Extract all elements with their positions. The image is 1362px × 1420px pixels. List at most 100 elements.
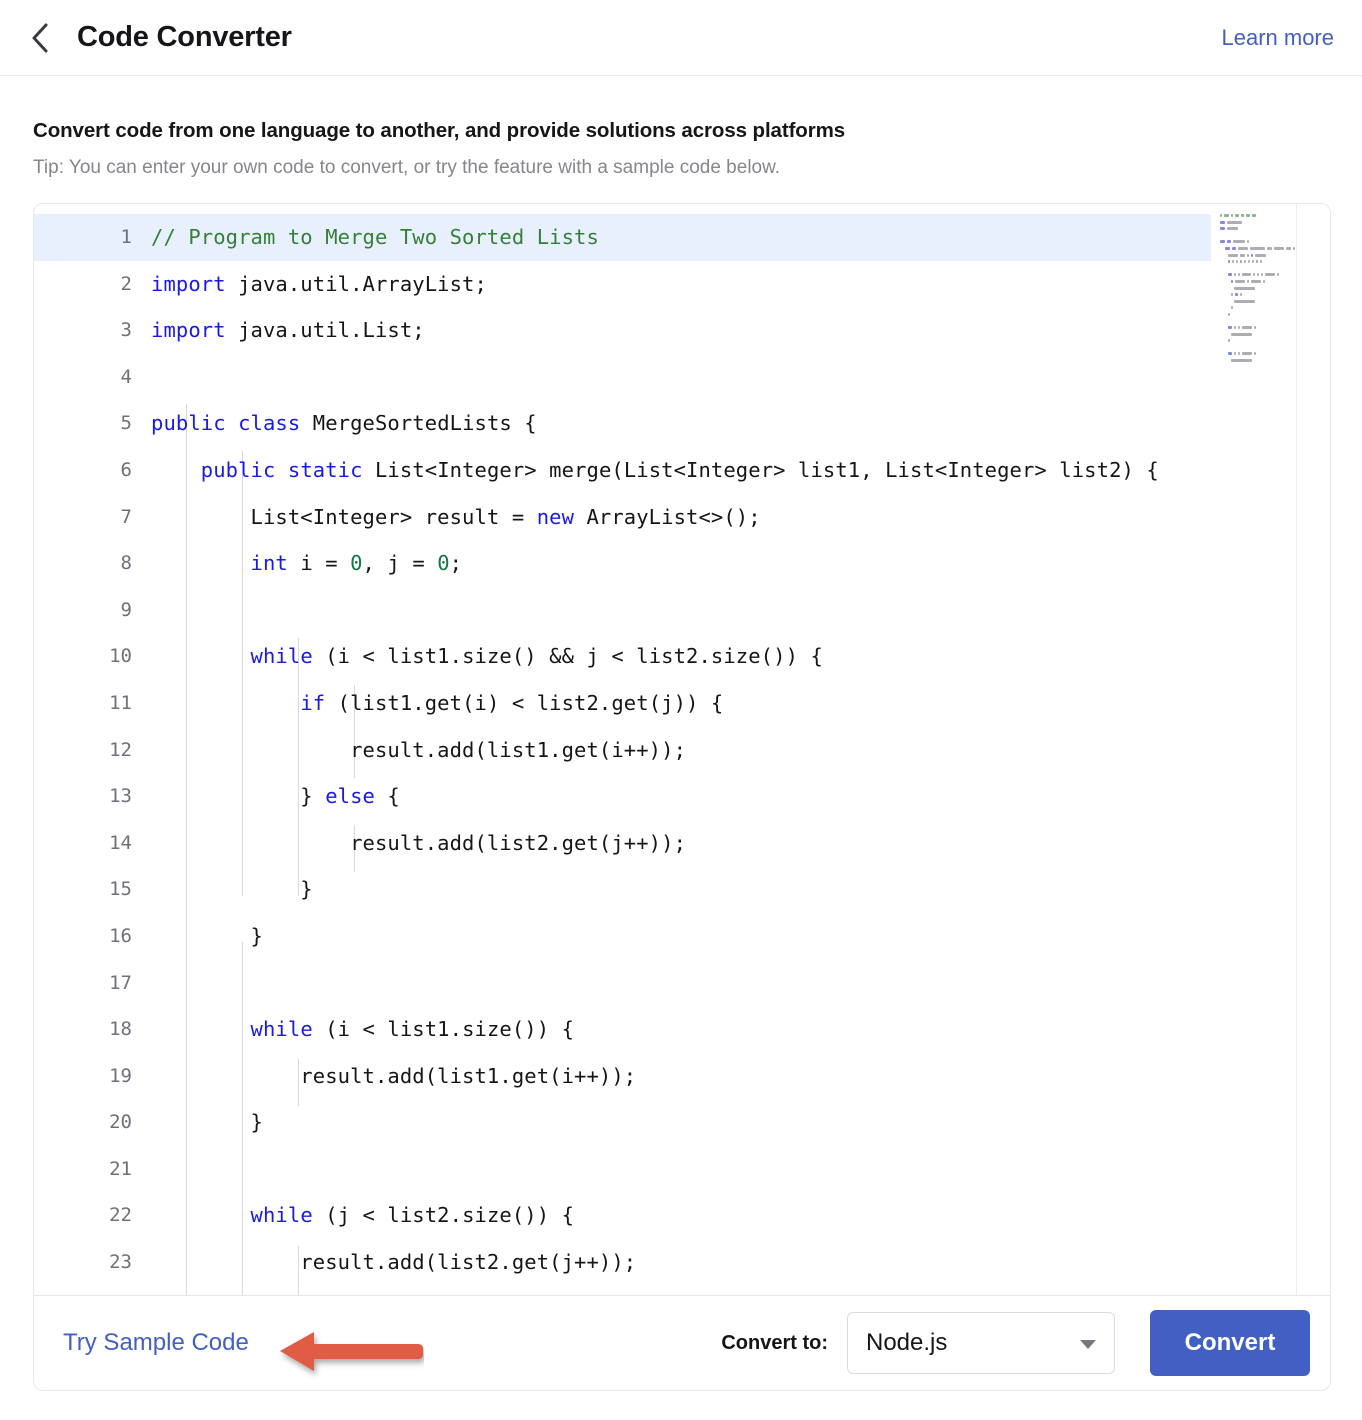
line-number: 7 <box>120 505 132 528</box>
code-token: 0 <box>437 551 450 576</box>
code-line-text: result.add(list2.get(j++)); <box>151 1239 1330 1286</box>
intro-tip: Tip: You can enter your own code to conv… <box>33 156 781 178</box>
minimap-line <box>1220 220 1324 225</box>
code-editor[interactable]: 1// Program to Merge Two Sorted Lists 2 im… <box>34 204 1330 1295</box>
code-line-text: if (list1.get(i) < list2.get(j)) { <box>151 680 1330 727</box>
editor-toolbar: Try Sample Code Convert to: Node.js Conv… <box>33 1295 1331 1391</box>
code-token: if <box>300 690 326 715</box>
code-line[interactable]: 6 public static List<Integer> merge(List… <box>34 447 1330 494</box>
minimap-line <box>1220 292 1324 297</box>
code-token: int <box>250 551 288 576</box>
code-token: result.add(list2.get(j++)); <box>151 830 687 855</box>
code-line-text: List<Integer> result = new ArrayList<>()… <box>151 494 1330 541</box>
code-token: public <box>200 457 276 482</box>
chevron-down-icon <box>1080 1340 1096 1349</box>
minimap-line <box>1220 358 1324 363</box>
code-line[interactable]: 15 } <box>34 866 1330 913</box>
code-line[interactable]: 16 } <box>34 913 1330 960</box>
code-line[interactable]: 20 } <box>34 1099 1330 1146</box>
line-number: 19 <box>109 1064 132 1087</box>
code-token: (j < list2.size()) { <box>312 1203 575 1228</box>
code-line-text: } <box>151 1099 1330 1146</box>
code-line[interactable]: 21 <box>34 1146 1330 1193</box>
code-line[interactable]: 17 <box>34 960 1330 1007</box>
minimap-line <box>1220 319 1324 324</box>
code-line-text <box>151 587 1330 634</box>
code-token: MergeSortedLists { <box>300 411 537 436</box>
target-language-select[interactable]: Node.js <box>847 1312 1115 1374</box>
code-token: (i < list1.size()) { <box>312 1017 575 1042</box>
code-line[interactable]: 18 while (i < list1.size()) { <box>34 1006 1330 1053</box>
intro-title: Convert code from one language to anothe… <box>33 119 846 142</box>
code-converter-page: Code Converter Learn more Convert code f… <box>0 0 1362 1420</box>
line-number: 13 <box>109 785 132 808</box>
page-title: Code Converter <box>77 21 292 53</box>
code-token: java.util.ArrayList; <box>225 271 487 296</box>
code-token: (list1.get(i) < list2.get(j)) { <box>325 690 724 715</box>
code-line[interactable]: 5 public class MergeSortedLists { <box>34 400 1330 447</box>
minimap-line <box>1220 345 1324 350</box>
minimap-line <box>1220 226 1324 231</box>
back-button[interactable] <box>30 21 58 55</box>
code-line[interactable]: 9 <box>34 587 1330 634</box>
minimap-line <box>1220 253 1324 258</box>
code-line[interactable]: 8 int i = 0, j = 0; <box>34 540 1330 587</box>
code-line[interactable]: 11 if (list1.get(i) < list2.get(j)) { <box>34 680 1330 727</box>
code-line[interactable]: 1// Program to Merge Two Sorted Lists <box>34 214 1330 261</box>
code-line-text <box>151 1146 1330 1193</box>
line-number: 16 <box>109 924 132 947</box>
code-token: new <box>536 504 575 529</box>
minimap-line <box>1220 325 1324 330</box>
minimap-line <box>1220 279 1324 284</box>
code-token: while <box>250 644 313 669</box>
code-line[interactable]: 10 while (i < list1.size() && j < list2.… <box>34 633 1330 680</box>
line-number: 5 <box>120 412 132 435</box>
code-line-text: while (j < list2.size()) { <box>151 1192 1330 1239</box>
code-token: import <box>151 318 226 343</box>
code-line[interactable]: 19 result.add(list1.get(i++)); <box>34 1053 1330 1100</box>
editor-minimap[interactable] <box>1211 204 1330 1295</box>
minimap-line <box>1220 351 1324 356</box>
code-line-text: } <box>151 913 1330 960</box>
line-number: 21 <box>109 1157 132 1180</box>
code-line-text: while (i < list1.size()) { <box>151 1006 1330 1053</box>
code-line[interactable]: 22 while (j < list2.size()) { <box>34 1192 1330 1239</box>
learn-more-link[interactable]: Learn more <box>1221 25 1334 51</box>
line-number: 8 <box>120 552 132 575</box>
code-line[interactable]: 13 } else { <box>34 773 1330 820</box>
convert-button[interactable]: Convert <box>1150 1310 1310 1376</box>
line-number: 9 <box>120 598 132 621</box>
code-line[interactable]: 14 result.add(list2.get(j++)); <box>34 820 1330 867</box>
try-sample-code-link[interactable]: Try Sample Code <box>63 1329 249 1357</box>
minimap-line <box>1220 213 1324 218</box>
code-line[interactable]: 3 import java.util.List; <box>34 307 1330 354</box>
line-number: 23 <box>109 1251 132 1274</box>
code-line[interactable]: 23 result.add(list2.get(j++)); <box>34 1239 1330 1286</box>
code-line[interactable]: 4 <box>34 354 1330 401</box>
code-token: else <box>325 784 375 809</box>
line-number: 6 <box>120 458 132 481</box>
minimap-line <box>1220 233 1324 238</box>
code-line[interactable]: 12 result.add(list1.get(i++)); <box>34 727 1330 774</box>
code-token: ; <box>449 551 463 576</box>
code-line-text: while (i < list1.size() && j < list2.siz… <box>151 633 1330 680</box>
code-line[interactable]: 7 List<Integer> result = new ArrayList<>… <box>34 494 1330 541</box>
line-number: 14 <box>109 831 132 854</box>
line-number: 18 <box>109 1018 132 1041</box>
line-number: 1 <box>34 214 151 261</box>
code-line-text <box>151 960 1330 1007</box>
code-token: java.util.List; <box>225 318 425 343</box>
code-line-text: int i = 0, j = 0; <box>151 540 1330 587</box>
code-token: List<Integer> merge(List<Integer> list1,… <box>362 457 1159 482</box>
code-token: } <box>151 923 263 948</box>
page-header: Code Converter Learn more <box>0 0 1362 76</box>
code-token: ArrayList<>(); <box>574 504 761 529</box>
line-number: 4 <box>120 365 132 388</box>
code-line[interactable]: 2 import java.util.ArrayList; <box>34 261 1330 308</box>
code-line-text: public class MergeSortedLists { <box>151 400 1330 447</box>
